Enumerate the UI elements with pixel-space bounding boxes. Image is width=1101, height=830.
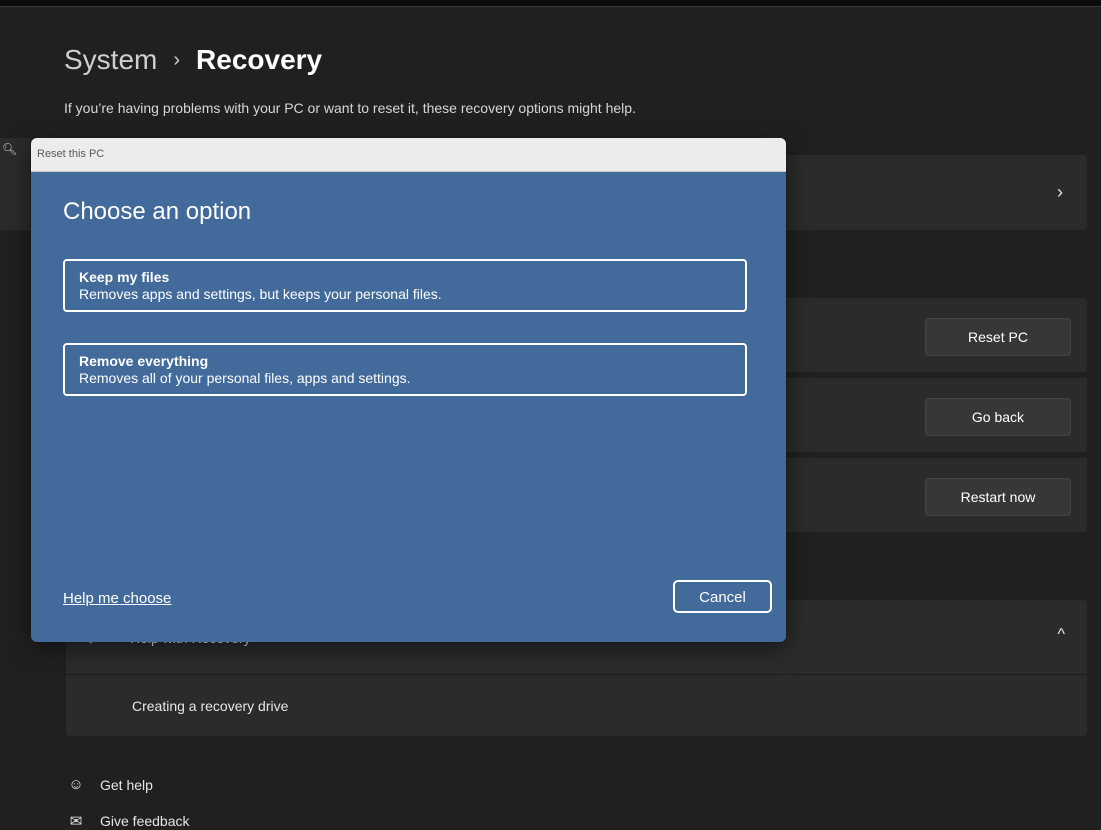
get-help-link[interactable]: ☺ Get help	[66, 776, 153, 793]
page-title: Recovery	[196, 44, 323, 75]
feedback-icon: ✉	[69, 813, 83, 830]
breadcrumb-separator-icon: ›	[173, 48, 181, 71]
nav-search-box[interactable]: 🔍︎	[0, 138, 30, 191]
keep-my-files-option[interactable]: Keep my files Removes apps and settings,…	[63, 259, 747, 312]
chevron-up-icon[interactable]: ^	[1057, 626, 1065, 644]
help-me-choose-link[interactable]: Help me choose	[63, 590, 171, 607]
reset-this-pc-dialog: Reset this PC Choose an option Keep my f…	[31, 138, 786, 642]
help-person-icon: ☺	[68, 776, 84, 793]
go-back-button[interactable]: Go back	[925, 398, 1071, 436]
nav-item-partial[interactable]	[0, 190, 30, 230]
option-title: Remove everything	[79, 353, 209, 369]
search-icon: 🔍︎	[2, 142, 18, 156]
breadcrumb: System › Recovery	[64, 40, 322, 80]
reset-pc-button[interactable]: Reset PC	[925, 318, 1071, 356]
breadcrumb-system[interactable]: System	[64, 44, 157, 76]
option-description: Removes all of your personal files, apps…	[79, 370, 411, 386]
page-subtitle: If you’re having problems with your PC o…	[64, 100, 636, 116]
restart-now-button[interactable]: Restart now	[925, 478, 1071, 516]
give-feedback-label: Give feedback	[100, 813, 190, 829]
give-feedback-link[interactable]: ✉ Give feedback	[66, 812, 190, 830]
recovery-drive-link[interactable]: Creating a recovery drive	[132, 698, 288, 714]
get-help-label: Get help	[100, 776, 153, 793]
option-title: Keep my files	[79, 269, 170, 285]
option-description: Removes apps and settings, but keeps you…	[79, 286, 442, 302]
cancel-button[interactable]: Cancel	[673, 580, 772, 613]
chevron-right-icon: ›	[1057, 182, 1063, 202]
window-top-border	[0, 0, 1101, 7]
remove-everything-option[interactable]: Remove everything Removes all of your pe…	[63, 343, 747, 396]
dialog-heading: Choose an option	[63, 198, 252, 225]
dialog-titlebar: Reset this PC	[31, 138, 786, 172]
